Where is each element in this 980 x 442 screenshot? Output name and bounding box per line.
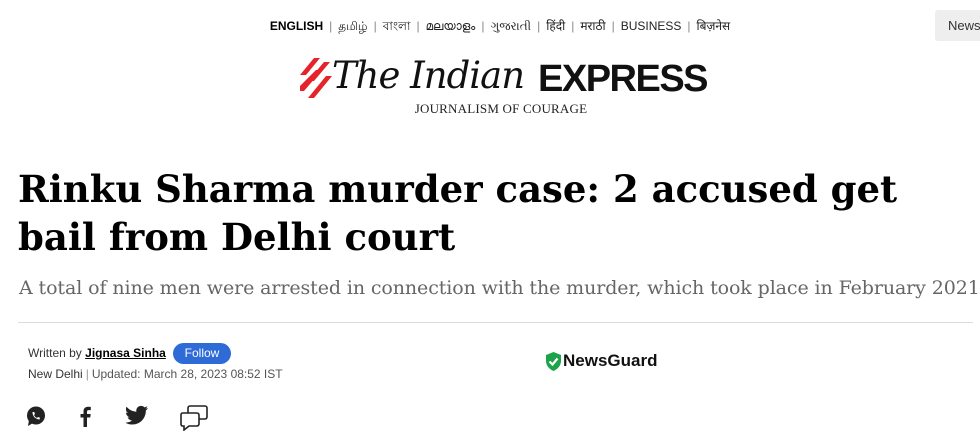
author-link[interactable]: Jignasa Sinha	[85, 346, 166, 360]
divider	[18, 322, 973, 323]
language-bar: ENGLISH | தமிழ் | বাংলা | മലയാളം | ગુજરાતી | हिंदी…	[269, 19, 731, 33]
dateline: New Delhi | Updated: March 28, 2023 08:52 …	[28, 367, 283, 381]
whatsapp-icon[interactable]	[25, 405, 47, 427]
express-stripes-icon	[300, 58, 332, 98]
lang-bangla[interactable]: বাংলা	[383, 19, 411, 33]
location: New Delhi	[28, 367, 83, 381]
twitter-icon[interactable]	[126, 405, 148, 425]
logo-the-indian: The Indian	[332, 54, 525, 97]
logo-express: EXPRESS	[538, 58, 709, 100]
lang-tamil[interactable]: தமிழ்	[338, 19, 367, 33]
lang-gujarati[interactable]: ગુજરાતી	[490, 19, 531, 33]
lang-marathi[interactable]: मराठी	[580, 19, 605, 33]
lang-english[interactable]: ENGLISH	[270, 19, 323, 33]
logo-tagline: JOURNALISM OF COURAGE	[414, 101, 588, 116]
newsguard-shield-icon	[546, 352, 561, 371]
lang-malayalam[interactable]: മലയാളം	[426, 19, 476, 33]
lang-business[interactable]: BUSINESS	[621, 19, 682, 33]
lang-business-hindi[interactable]: बिज़नेस	[697, 19, 731, 33]
newsguard-label: NewsGuard	[563, 351, 658, 370]
updated-time: Updated: March 28, 2023 08:52 IST	[91, 367, 283, 381]
article-subhead: A total of nine men were arrested in con…	[19, 277, 980, 299]
news-button[interactable]: News	[935, 10, 980, 41]
byline: Written by Jignasa Sinha	[28, 346, 166, 360]
comment-icon[interactable]	[180, 405, 208, 431]
facebook-icon[interactable]	[78, 405, 92, 427]
lang-hindi[interactable]: हिंदी	[546, 19, 565, 33]
follow-button[interactable]: Follow	[173, 343, 231, 364]
site-logo[interactable]: The Indian EXPRESS	[300, 54, 720, 102]
byline-prefix: Written by	[28, 346, 82, 360]
article-headline: Rinku Sharma murder case: 2 accused get …	[18, 167, 898, 259]
